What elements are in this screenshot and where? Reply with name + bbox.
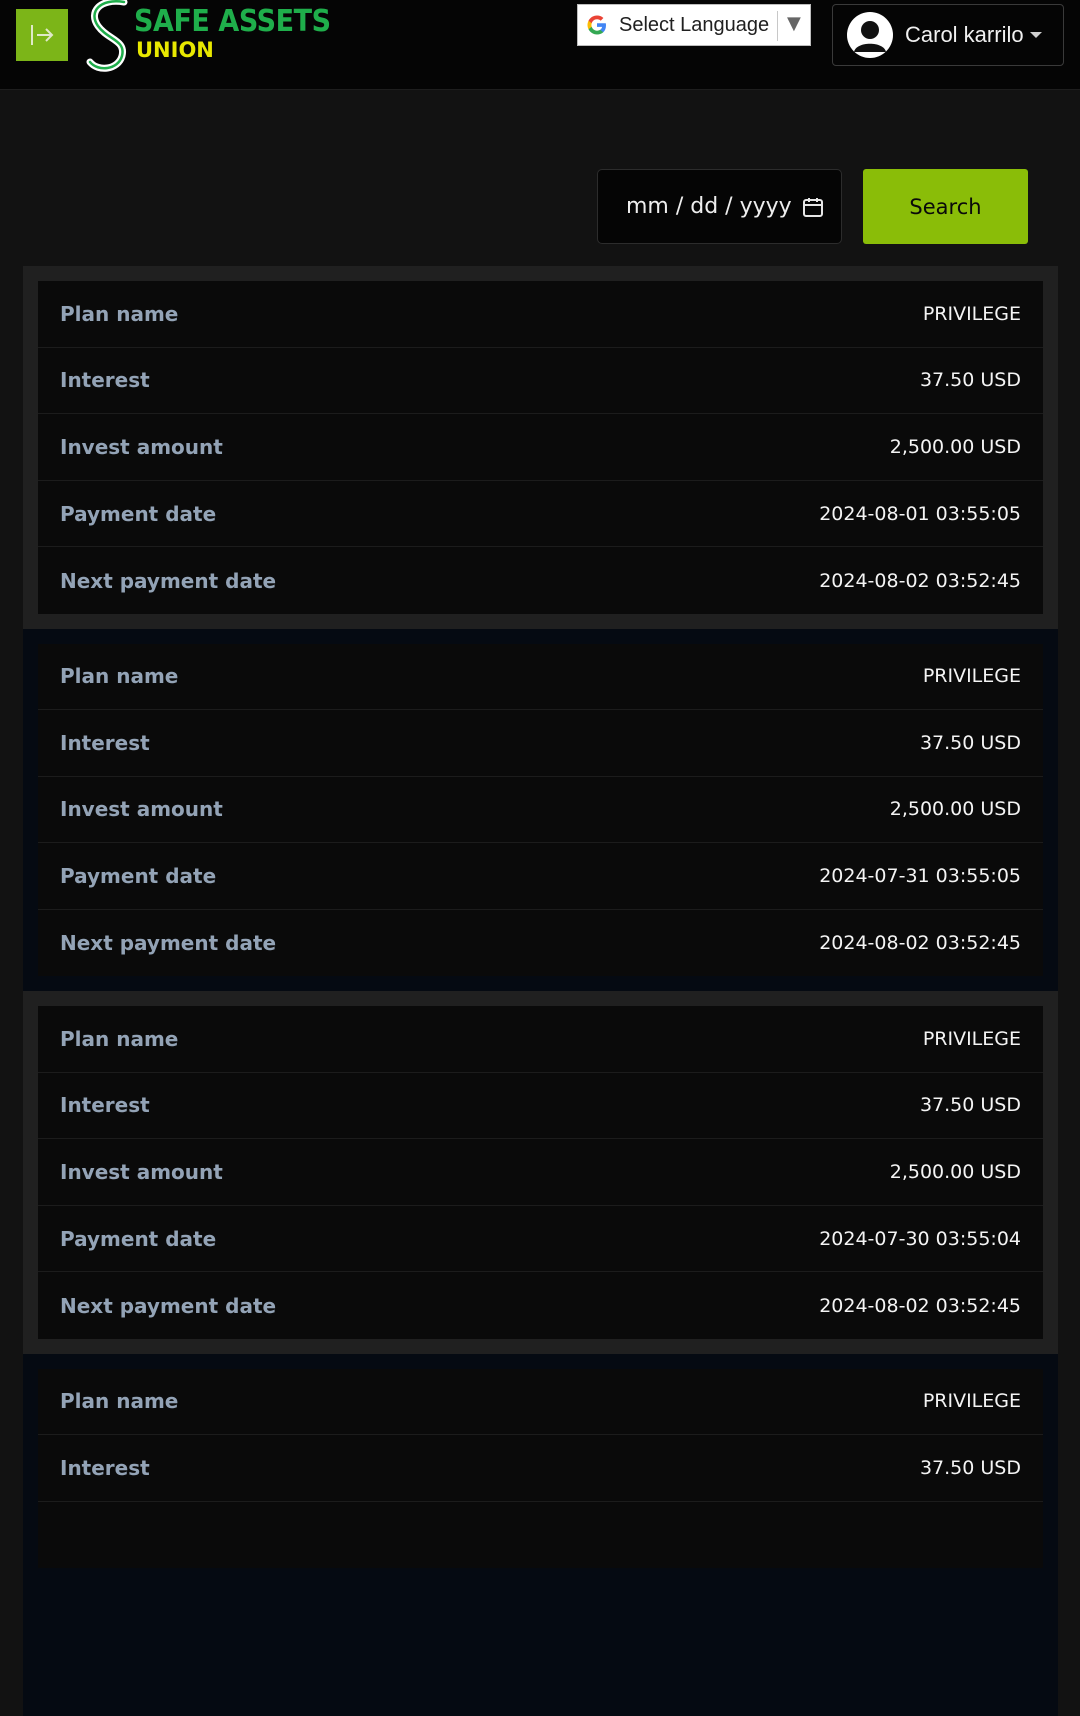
language-select-divider	[777, 11, 778, 41]
record-table: Plan name PRIVILEGE Interest 37.50 USD	[38, 1369, 1043, 1569]
table-row	[38, 1502, 1043, 1569]
table-row: Interest 37.50 USD	[38, 710, 1043, 777]
language-select[interactable]: Select Language ▼	[577, 4, 811, 46]
next-payment-date-value: 2024-08-02 03:52:45	[819, 1295, 1021, 1317]
payment-date-value: 2024-08-01 03:55:05	[819, 503, 1021, 525]
invest-amount-value: 2,500.00 USD	[890, 1161, 1021, 1183]
next-payment-date-value: 2024-08-02 03:52:45	[819, 932, 1021, 954]
record-card: Plan name PRIVILEGE Interest 37.50 USD I…	[23, 266, 1058, 629]
plan-name-value: PRIVILEGE	[923, 1390, 1021, 1412]
user-name: Carol karrilo	[905, 22, 1024, 48]
date-filter-input[interactable]: mm / dd / yyyy	[597, 169, 842, 244]
next-payment-date-label: Next payment date	[60, 931, 276, 955]
record-card: Plan name PRIVILEGE Interest 37.50 USD	[23, 1354, 1058, 1716]
record-table: Plan name PRIVILEGE Interest 37.50 USD I…	[38, 1006, 1043, 1339]
sidebar-toggle-button[interactable]	[16, 9, 68, 61]
table-row: Payment date 2024-08-01 03:55:05	[38, 481, 1043, 548]
invest-amount-value: 2,500.00 USD	[890, 798, 1021, 820]
record-card: Plan name PRIVILEGE Interest 37.50 USD I…	[23, 629, 1058, 992]
google-icon	[582, 10, 612, 40]
plan-name-label: Plan name	[60, 1027, 178, 1051]
table-row: Invest amount 2,500.00 USD	[38, 1139, 1043, 1206]
table-row: Invest amount 2,500.00 USD	[38, 777, 1043, 844]
invest-amount-value: 2,500.00 USD	[890, 436, 1021, 458]
table-row: Plan name PRIVILEGE	[38, 1369, 1043, 1436]
interest-value: 37.50 USD	[920, 1094, 1021, 1116]
next-payment-date-label: Next payment date	[60, 1294, 276, 1318]
table-row: Interest 37.50 USD	[38, 1435, 1043, 1502]
table-row: Interest 37.50 USD	[38, 348, 1043, 415]
plan-name-label: Plan name	[60, 302, 178, 326]
interest-label: Interest	[60, 731, 150, 755]
plan-name-label: Plan name	[60, 664, 178, 688]
interest-value: 37.50 USD	[920, 1457, 1021, 1479]
sidebar-toggle-icon	[29, 22, 55, 48]
interest-label: Interest	[60, 368, 150, 392]
brand-name: SAFE ASSETS	[134, 4, 331, 39]
plan-name-label: Plan name	[60, 1389, 178, 1413]
language-select-label: Select Language	[619, 14, 769, 37]
plan-name-value: PRIVILEGE	[923, 665, 1021, 687]
table-row: Next payment date 2024-08-02 03:52:45	[38, 1272, 1043, 1339]
investment-records: Plan name PRIVILEGE Interest 37.50 USD I…	[23, 266, 1058, 1716]
interest-value: 37.50 USD	[920, 369, 1021, 391]
brand-logo[interactable]: SAFE ASSETS UNION	[86, 0, 356, 76]
table-row: Next payment date 2024-08-02 03:52:45	[38, 910, 1043, 977]
table-row: Invest amount 2,500.00 USD	[38, 414, 1043, 481]
user-menu-button[interactable]: Carol karrilo	[832, 4, 1064, 66]
interest-label: Interest	[60, 1093, 150, 1117]
table-row: Plan name PRIVILEGE	[38, 1006, 1043, 1073]
dropdown-arrow-icon: ▼	[787, 13, 801, 34]
table-row: Next payment date 2024-08-02 03:52:45	[38, 547, 1043, 614]
payment-date-value: 2024-07-31 03:55:05	[819, 865, 1021, 887]
calendar-icon[interactable]	[802, 196, 824, 218]
payment-date-label: Payment date	[60, 864, 216, 888]
caret-down-icon	[1030, 32, 1042, 38]
top-navbar: SAFE ASSETS UNION Select Language ▼ Caro…	[0, 0, 1080, 90]
table-row: Payment date 2024-07-30 03:55:04	[38, 1206, 1043, 1273]
invest-amount-label: Invest amount	[60, 435, 223, 459]
invest-amount-label: Invest amount	[60, 1160, 223, 1184]
plan-name-value: PRIVILEGE	[923, 303, 1021, 325]
next-payment-date-value: 2024-08-02 03:52:45	[819, 570, 1021, 592]
interest-label: Interest	[60, 1456, 150, 1480]
payment-date-label: Payment date	[60, 1227, 216, 1251]
next-payment-date-label: Next payment date	[60, 569, 276, 593]
record-table: Plan name PRIVILEGE Interest 37.50 USD I…	[38, 644, 1043, 977]
user-avatar-icon	[847, 12, 893, 58]
date-placeholder: mm / dd / yyyy	[626, 194, 792, 219]
table-row: Plan name PRIVILEGE	[38, 281, 1043, 348]
payment-date-label: Payment date	[60, 502, 216, 526]
brand-subname: UNION	[136, 38, 214, 62]
search-button[interactable]: Search	[863, 169, 1028, 244]
plan-name-value: PRIVILEGE	[923, 1028, 1021, 1050]
invest-amount-label: Invest amount	[60, 797, 223, 821]
table-row: Plan name PRIVILEGE	[38, 644, 1043, 711]
payment-date-value: 2024-07-30 03:55:04	[819, 1228, 1021, 1250]
record-table: Plan name PRIVILEGE Interest 37.50 USD I…	[38, 281, 1043, 614]
table-row: Payment date 2024-07-31 03:55:05	[38, 843, 1043, 910]
record-card: Plan name PRIVILEGE Interest 37.50 USD I…	[23, 991, 1058, 1354]
interest-value: 37.50 USD	[920, 732, 1021, 754]
table-row: Interest 37.50 USD	[38, 1073, 1043, 1140]
logo-s-mark	[86, 0, 136, 74]
